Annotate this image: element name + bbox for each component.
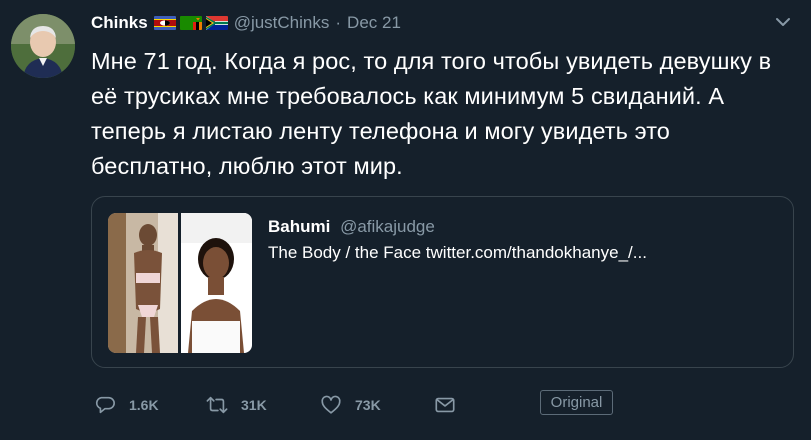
heart-icon: [321, 395, 341, 414]
quoted-tweet-header: Bahumi @afikajudge: [268, 217, 435, 237]
zambia-flag-icon: [179, 16, 202, 30]
reply-button[interactable]: 1.6K: [94, 394, 206, 416]
like-button[interactable]: 73K: [320, 394, 434, 416]
quoted-tweet-thumbnail: [108, 213, 252, 353]
tweet-text: Мне 71 год. Когда я рос, то для того что…: [91, 48, 772, 179]
quoted-tweet[interactable]: Bahumi @afikajudge The Body / the Face t…: [91, 196, 794, 368]
like-count: 73K: [355, 397, 381, 413]
retweet-button[interactable]: 31K: [206, 394, 320, 416]
chevron-down-icon[interactable]: [773, 12, 793, 32]
original-button[interactable]: Original: [540, 390, 613, 415]
avatar-icon: [11, 14, 75, 78]
author-name[interactable]: Chinks: [91, 13, 148, 33]
tweet-date[interactable]: Dec 21: [347, 13, 401, 33]
photo-collage-icon: [108, 213, 252, 353]
envelope-icon: [435, 397, 455, 413]
reply-icon: [95, 396, 115, 414]
tweet-card: Chinks @justChinks · Dec 21 Мне 71 год. …: [0, 0, 811, 440]
reply-count: 1.6K: [129, 397, 159, 413]
swaziland-flag-icon: [153, 16, 176, 30]
south-africa-flag-icon: [205, 16, 228, 30]
author-handle[interactable]: @justChinks: [234, 13, 330, 33]
header-separator: ·: [335, 13, 342, 32]
quoted-tweet-text: The Body / the Face twitter.com/thandokh…: [268, 243, 647, 262]
direct-message-button[interactable]: [434, 394, 544, 416]
avatar[interactable]: [11, 14, 75, 78]
tweet-header: Chinks @justChinks · Dec 21: [91, 11, 401, 35]
retweet-icon: [206, 396, 228, 414]
quoted-author-name: Bahumi: [268, 217, 331, 236]
flag-emojis: [153, 16, 228, 30]
tweet-actions: 1.6K 31K 73K: [94, 392, 544, 418]
quoted-author-handle: @afikajudge: [340, 217, 435, 236]
retweet-count: 31K: [241, 397, 267, 413]
